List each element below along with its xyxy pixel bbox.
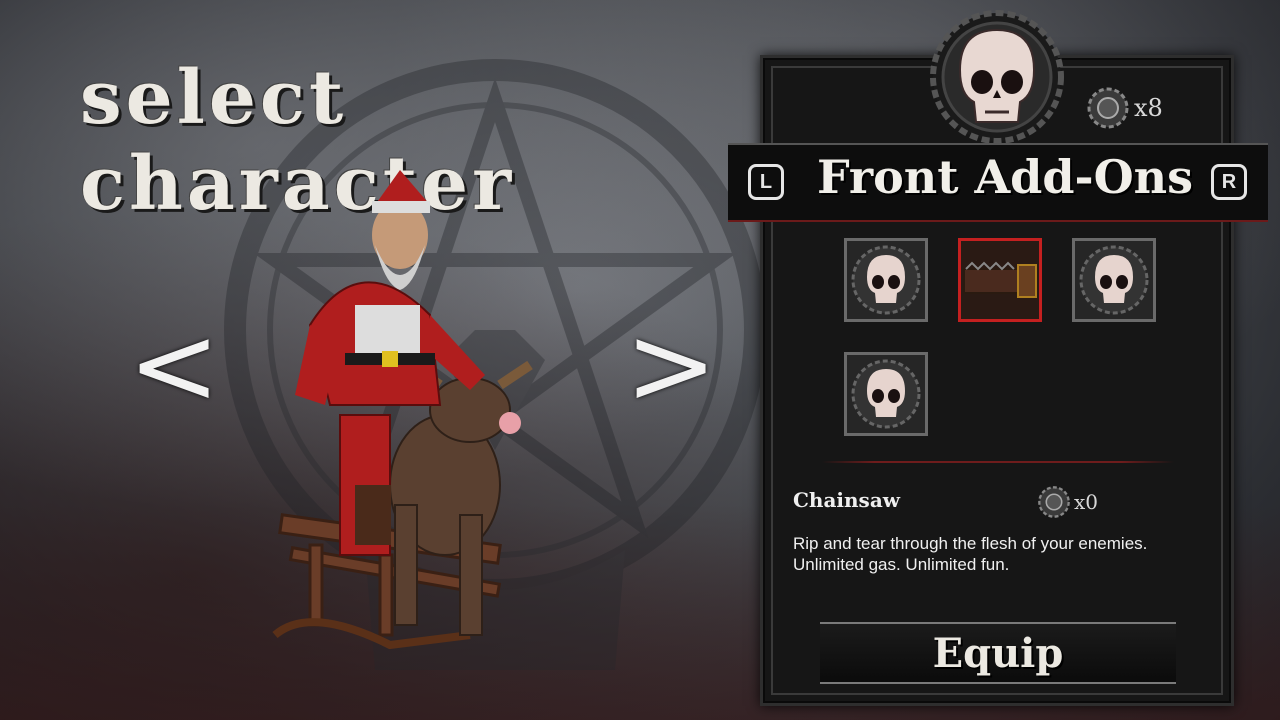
prev-character-arrow[interactable]: < [128, 310, 220, 420]
next-category-button[interactable]: R [1211, 164, 1247, 200]
skull-icon [851, 359, 921, 429]
equip-button[interactable]: Equip [820, 622, 1176, 684]
gear-currency: x8 [1086, 86, 1163, 130]
item-count-value: x0 [1074, 490, 1099, 514]
currency-count: x8 [1134, 94, 1163, 122]
skull-gear-emblem [930, 10, 1064, 144]
chainsaw-icon [963, 261, 1037, 298]
gear-coin-icon [1038, 486, 1070, 518]
next-character-arrow[interactable]: > [625, 310, 717, 420]
selected-item-name: Chainsaw [793, 488, 900, 512]
section-divider [822, 461, 1174, 463]
addon-slot-3[interactable] [1072, 238, 1156, 322]
addon-slot-1[interactable] [844, 238, 928, 322]
category-title: Front Add-Ons [817, 150, 1193, 204]
gear-coin-icon [1087, 87, 1129, 129]
selected-item-cost: x0 [1037, 485, 1098, 519]
addon-slot-4[interactable] [844, 352, 928, 436]
addon-slot-2-selected[interactable] [958, 238, 1042, 322]
prev-category-button[interactable]: L [748, 164, 784, 200]
skull-icon [1079, 245, 1149, 315]
skull-icon [851, 245, 921, 315]
santa-on-reindeer-sled [272, 170, 533, 650]
selected-item-description: Rip and tear through the flesh of your e… [793, 534, 1148, 574]
